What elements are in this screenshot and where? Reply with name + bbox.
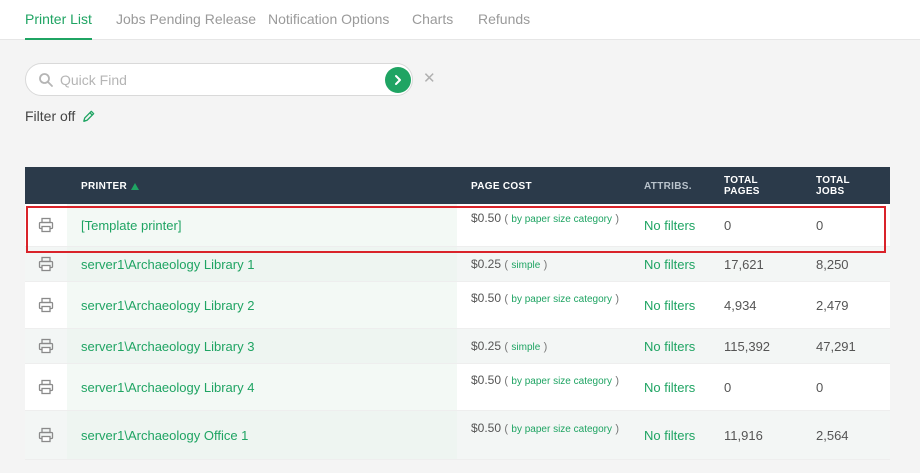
table-body: [Template printer] $0.50 ( by paper size … [25, 204, 890, 460]
total-jobs-value: 2,479 [816, 297, 849, 313]
tab-printer-list[interactable]: Printer List [25, 0, 92, 40]
column-header-total-jobs[interactable]: TOTAL JOBS [816, 175, 866, 197]
printer-name-link[interactable]: server1\Archaeology Library 2 [81, 298, 254, 313]
paren-close: ) [615, 422, 620, 435]
sort-ascending-icon [131, 183, 139, 190]
total-pages-value: 0 [724, 217, 732, 233]
table-row: server1\Archaeology Office 1 $0.50 ( by p… [25, 411, 890, 460]
cost-mode-label: by paper size category [511, 213, 613, 225]
page-cost: $0.25 ( simple ) [471, 338, 631, 356]
printer-name-link[interactable]: server1\Archaeology Library 3 [81, 339, 254, 354]
column-header-total-pages[interactable]: TOTAL PAGES [724, 175, 774, 197]
column-header-attribs[interactable]: ATTRIBS. [644, 181, 692, 192]
paren-close: ) [615, 374, 620, 387]
chevron-right-icon [395, 75, 401, 85]
printer-name-link[interactable]: server1\Archaeology Library 4 [81, 380, 254, 395]
total-jobs-value: 47,291 [816, 338, 856, 354]
paren-open: ( [504, 422, 509, 435]
clear-search-icon[interactable]: ✕ [423, 70, 436, 88]
paren-close: ) [543, 258, 548, 271]
table-header: PRINTER PAGE COST ATTRIBS. TOTAL PAGES T… [25, 167, 890, 204]
cost-mode-label: simple [511, 341, 541, 353]
cost-mode-label: by paper size category [511, 423, 613, 435]
page-cost: $0.50 ( by paper size category ) [471, 420, 631, 438]
table-row: [Template printer] $0.50 ( by paper size … [25, 204, 890, 247]
printer-icon[interactable] [38, 217, 54, 233]
printer-icon[interactable] [38, 256, 54, 272]
column-header-page-cost[interactable]: PAGE COST [471, 181, 532, 192]
table-row: server1\Archaeology Library 3 $0.25 ( sim… [25, 329, 890, 364]
table-row: server1\Archaeology Library 2 $0.50 ( by … [25, 282, 890, 329]
printer-icon[interactable] [38, 427, 54, 443]
paren-open: ( [504, 292, 509, 305]
filter-status: Filter off [25, 108, 96, 124]
paren-close: ) [543, 340, 548, 353]
total-pages-value: 4,934 [724, 297, 757, 313]
filter-label: Filter off [25, 108, 76, 124]
tab-refunds[interactable]: Refunds [478, 0, 530, 40]
tab-notification-options[interactable]: Notification Options [268, 0, 389, 40]
quick-find-go-button[interactable] [385, 67, 411, 93]
total-jobs-value: 0 [816, 217, 824, 233]
paren-open: ( [504, 340, 509, 353]
printer-name-link[interactable]: server1\Archaeology Office 1 [81, 428, 248, 443]
printer-name-link[interactable]: [Template printer] [81, 218, 181, 233]
attribs-link[interactable]: No filters [644, 339, 695, 354]
total-pages-value: 115,392 [724, 338, 771, 354]
paren-open: ( [504, 258, 509, 271]
page-cost: $0.25 ( simple ) [471, 256, 631, 274]
printer-icon[interactable] [38, 379, 54, 395]
printer-table: PRINTER PAGE COST ATTRIBS. TOTAL PAGES T… [25, 167, 890, 460]
printer-icon[interactable] [38, 338, 54, 354]
total-jobs-value: 0 [816, 379, 824, 395]
paren-close: ) [615, 212, 620, 225]
column-header-printer-label: PRINTER [81, 181, 127, 192]
tab-charts[interactable]: Charts [412, 0, 453, 40]
page-cost: $0.50 ( by paper size category ) [471, 290, 631, 308]
page-cost-value: $0.50 [471, 210, 502, 225]
pencil-icon[interactable] [81, 109, 96, 124]
column-header-printer[interactable]: PRINTER [81, 181, 139, 192]
attribs-link[interactable]: No filters [644, 218, 695, 233]
printer-name-link[interactable]: server1\Archaeology Library 1 [81, 257, 254, 272]
table-row: server1\Archaeology Library 4 $0.50 ( by … [25, 364, 890, 411]
quick-find-box [25, 63, 413, 96]
paren-close: ) [615, 292, 620, 305]
attribs-link[interactable]: No filters [644, 257, 695, 272]
tab-bar: Printer List Jobs Pending Release Notifi… [0, 0, 920, 40]
total-pages-value: 11,916 [724, 427, 763, 443]
attribs-link[interactable]: No filters [644, 428, 695, 443]
attribs-link[interactable]: No filters [644, 380, 695, 395]
paren-open: ( [504, 212, 509, 225]
total-pages-value: 17,621 [724, 256, 764, 272]
page-cost: $0.50 ( by paper size category ) [471, 372, 631, 390]
page-cost: $0.50 ( by paper size category ) [471, 210, 631, 228]
page-cost-value: $0.50 [471, 372, 502, 387]
page-cost-value: $0.50 [471, 290, 502, 305]
quick-find-input[interactable] [60, 69, 370, 91]
page-cost-value: $0.25 [471, 338, 502, 353]
tab-jobs-pending-release[interactable]: Jobs Pending Release [116, 0, 256, 40]
cost-mode-label: by paper size category [511, 375, 613, 387]
attribs-link[interactable]: No filters [644, 298, 695, 313]
page-cost-value: $0.25 [471, 256, 502, 271]
search-icon [39, 73, 53, 87]
table-row: server1\Archaeology Library 1 $0.25 ( sim… [25, 247, 890, 282]
page-cost-value: $0.50 [471, 420, 502, 435]
total-pages-value: 0 [724, 379, 732, 395]
cost-mode-label: by paper size category [511, 293, 613, 305]
printer-icon[interactable] [38, 297, 54, 313]
total-jobs-value: 2,564 [816, 427, 849, 443]
cost-mode-label: simple [511, 259, 541, 271]
paren-open: ( [504, 374, 509, 387]
total-jobs-value: 8,250 [816, 256, 849, 272]
